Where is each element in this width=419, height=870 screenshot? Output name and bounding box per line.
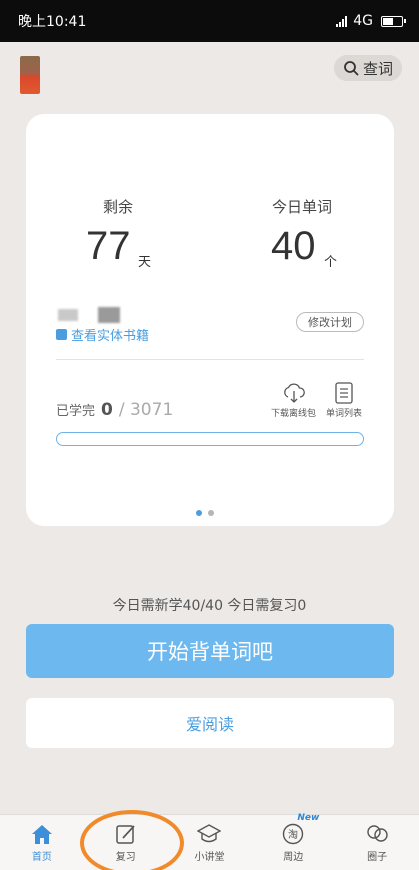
status-icons: 4G: [336, 13, 406, 29]
today-summary: 今日需新学40/40 今日需复习0: [112, 598, 307, 614]
plan-card[interactable]: 剩余 77 天 今日单词 40 个 查看实体书籍 修改计划 已学完 0 / 30…: [26, 114, 394, 526]
download-label: 下载离线包: [271, 409, 317, 419]
remaining-unit: 天: [138, 255, 152, 270]
nav-label: 首页: [31, 851, 52, 863]
download-offline-button[interactable]: 下载离线包: [271, 382, 316, 419]
home-icon: [31, 824, 52, 844]
list-icon: [335, 382, 353, 404]
nav-label: 复习: [115, 851, 136, 863]
reading-button[interactable]: 爱阅读: [26, 698, 394, 748]
learning-progress-bar: [56, 432, 364, 446]
nav-item-review[interactable]: 复习: [84, 823, 168, 863]
modify-plan-button[interactable]: 修改计划: [296, 312, 364, 332]
learned-label: 已学完: [56, 404, 96, 419]
page-dot[interactable]: [208, 510, 214, 516]
network-type: 4G: [353, 13, 373, 29]
status-bar: 晚上10:41 4G: [0, 0, 419, 42]
learned-progress-text: 已学完 0 / 3071: [56, 400, 173, 420]
new-badge: New: [297, 812, 320, 823]
today-words-count: 40: [271, 224, 316, 268]
start-memorizing-button[interactable]: 开始背单词吧: [26, 624, 394, 678]
group-icon: [367, 824, 388, 842]
bottom-nav: 首页 复习 小讲堂 New 淘 周边 圈子: [0, 813, 419, 870]
nav-item-lecture[interactable]: 小讲堂: [168, 823, 252, 863]
signal-icon: [336, 15, 348, 27]
total-count: / 3071: [118, 400, 174, 420]
divider: [56, 359, 364, 360]
status-time: 晚上10:41: [18, 14, 87, 30]
book-icon: [56, 329, 67, 340]
nav-label: 小讲堂: [194, 851, 225, 863]
nav-item-community[interactable]: 圈子: [335, 823, 419, 863]
search-button-label: 查词: [362, 59, 393, 78]
learned-count: 0: [101, 400, 113, 420]
cloud-download-icon: [283, 383, 305, 403]
svg-text:淘: 淘: [288, 828, 298, 841]
remaining-label: 剩余: [103, 198, 134, 216]
page-indicator: [196, 510, 214, 516]
nav-item-home[interactable]: 首页: [0, 823, 84, 863]
nav-item-shop[interactable]: New 淘 周边: [251, 813, 335, 863]
view-books-link[interactable]: 查看实体书籍: [56, 325, 149, 344]
book-name-blurred: [58, 307, 122, 325]
edit-icon: [115, 824, 135, 844]
word-list-label: 单词列表: [326, 409, 363, 419]
battery-icon: [381, 15, 406, 27]
today-words-label: 今日单词: [272, 198, 333, 216]
shop-icon: 淘: [283, 823, 304, 844]
graduation-cap-icon: [197, 823, 222, 842]
view-books-label: 查看实体书籍: [71, 329, 150, 344]
avatar[interactable]: [20, 56, 40, 94]
today-words-unit: 个: [324, 255, 338, 270]
word-list-button[interactable]: 单词列表: [326, 382, 362, 419]
nav-label: 圈子: [367, 851, 388, 863]
nav-label: 周边: [283, 851, 304, 863]
remaining-days: 77: [86, 224, 131, 268]
search-button[interactable]: 查词: [334, 55, 402, 81]
search-icon: [344, 61, 359, 76]
page-dot[interactable]: [196, 510, 202, 516]
